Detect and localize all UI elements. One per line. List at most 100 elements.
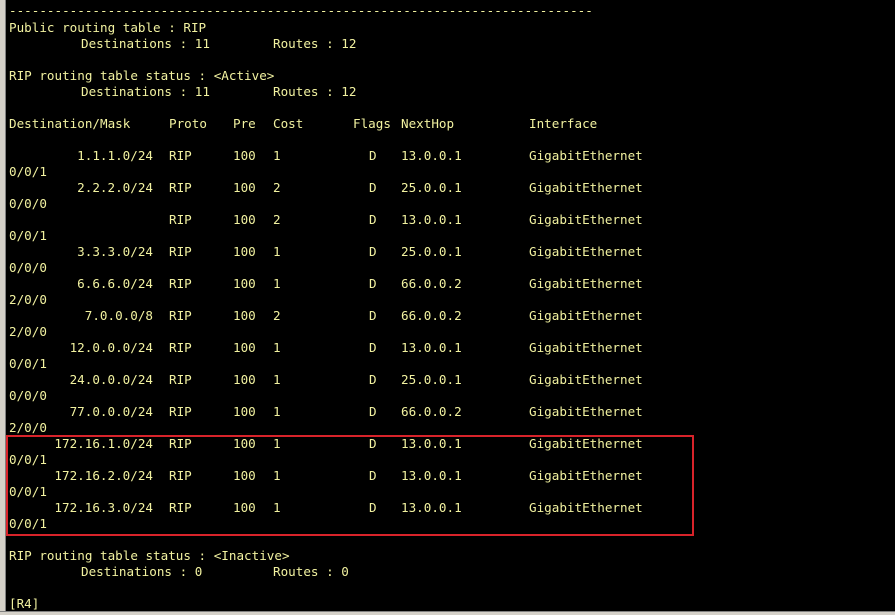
command-prompt[interactable]: [R4] bbox=[9, 596, 39, 612]
cell-iface: GigabitEthernet bbox=[529, 276, 643, 291]
separator-line: ----------------------------------------… bbox=[9, 3, 593, 18]
header-destination: Destination/Mask bbox=[9, 116, 131, 131]
cell-iface: GigabitEthernet bbox=[529, 244, 643, 259]
table-row: 77.0.0.0/24 RIP 100 1 D 66.0.0.2 GigabitEthern… bbox=[0, 404, 895, 420]
inactive-routes: Routes : 0 bbox=[273, 564, 349, 579]
table-row: 3.3.3.0/24 RIP 100 1 D 25.0.0.1 GigabitEtherne… bbox=[0, 244, 895, 260]
inactive-destinations: Destinations : 0 bbox=[81, 564, 203, 579]
cell-cost: 1 bbox=[273, 372, 281, 387]
table-row: 7.0.0.0/8 RIP 100 2 D 66.0.0.2 GigabitEthernet bbox=[0, 308, 895, 324]
cell-proto: RIP bbox=[169, 148, 192, 163]
cell-iface: GigabitEthernet bbox=[529, 372, 643, 387]
cell-interface-continuation: 2/0/0 bbox=[9, 292, 47, 307]
cell-proto: RIP bbox=[169, 340, 192, 355]
cell-destination: 3.3.3.0/24 bbox=[77, 244, 153, 259]
window-bottom-border bbox=[0, 611, 895, 615]
cell-pre: 100 bbox=[233, 180, 256, 195]
cell-cost: 2 bbox=[273, 180, 281, 195]
table-row: 12.0.0.0/24 RIP 100 1 D 13.0.0.1 GigabitEthern… bbox=[0, 340, 895, 356]
cell-nexthop: 66.0.0.2 bbox=[401, 276, 462, 291]
header-proto: Proto bbox=[169, 116, 207, 131]
cell-flags: D bbox=[369, 276, 377, 291]
cell-destination: 7.0.0.0/8 bbox=[84, 308, 153, 323]
inactive-status-counts: Destinations : 0 Routes : 0 bbox=[0, 564, 895, 580]
table-row: 1.1.1.0/24 RIP 100 1 D 13.0.0.1 GigabitEtherne… bbox=[0, 148, 895, 164]
cell-pre: 100 bbox=[233, 244, 256, 259]
cell-flags: D bbox=[369, 372, 377, 387]
cell-destination: 2.2.2.0/24 bbox=[77, 180, 153, 195]
public-destinations: Destinations : 11 bbox=[81, 36, 210, 51]
cell-cost: 2 bbox=[273, 308, 281, 323]
cell-interface-continuation: 0/0/1 bbox=[9, 356, 47, 371]
cell-proto: RIP bbox=[169, 372, 192, 387]
cell-destination: 1.1.1.0/24 bbox=[77, 148, 153, 163]
cell-interface-continuation: 0/0/0 bbox=[9, 388, 47, 403]
cell-cost: 1 bbox=[273, 276, 281, 291]
cell-iface: GigabitEthernet bbox=[529, 308, 643, 323]
cell-cost: 2 bbox=[273, 212, 281, 227]
active-status-title: RIP routing table status : <Active> bbox=[9, 68, 275, 83]
public-routes: Routes : 12 bbox=[273, 36, 357, 51]
cell-interface-continuation: 0/0/0 bbox=[9, 260, 47, 275]
cell-interface-continuation: 0/0/0 bbox=[9, 196, 47, 211]
cell-iface: GigabitEthernet bbox=[529, 180, 643, 195]
cell-flags: D bbox=[369, 308, 377, 323]
cell-destination: 12.0.0.0/24 bbox=[69, 340, 153, 355]
cell-cost: 1 bbox=[273, 404, 281, 419]
cell-nexthop: 13.0.0.1 bbox=[401, 212, 462, 227]
table-row: 2.2.2.0/24 RIP 100 2 D 25.0.0.1 GigabitEtherne… bbox=[0, 180, 895, 196]
cell-destination: 24.0.0.0/24 bbox=[69, 372, 153, 387]
table-header: Destination/Mask Proto Pre Cost Flags Ne… bbox=[0, 116, 895, 132]
cell-pre: 100 bbox=[233, 308, 256, 323]
cell-interface-continuation: 0/0/1 bbox=[9, 164, 47, 179]
table-row: RIP 100 2 D 13.0.0.1 GigabitEthernet bbox=[0, 212, 895, 228]
cell-pre: 100 bbox=[233, 372, 256, 387]
cell-cost: 1 bbox=[273, 340, 281, 355]
cell-flags: D bbox=[369, 244, 377, 259]
header-cost: Cost bbox=[273, 116, 304, 131]
cell-flags: D bbox=[369, 180, 377, 195]
cell-nexthop: 13.0.0.1 bbox=[401, 340, 462, 355]
cell-pre: 100 bbox=[233, 404, 256, 419]
header-pre: Pre bbox=[233, 116, 256, 131]
cell-flags: D bbox=[369, 340, 377, 355]
cell-iface: GigabitEthernet bbox=[529, 404, 643, 419]
cell-iface: GigabitEthernet bbox=[529, 340, 643, 355]
cell-proto: RIP bbox=[169, 404, 192, 419]
cell-nexthop: 25.0.0.1 bbox=[401, 180, 462, 195]
table-row: 24.0.0.0/24 RIP 100 1 D 25.0.0.1 GigabitEthern… bbox=[0, 372, 895, 388]
cell-iface: GigabitEthernet bbox=[529, 148, 643, 163]
cell-nexthop: 66.0.0.2 bbox=[401, 308, 462, 323]
highlight-box bbox=[6, 435, 694, 536]
cell-interface-continuation: 0/0/1 bbox=[9, 228, 47, 243]
active-status-counts: Destinations : 11 Routes : 12 bbox=[0, 84, 895, 100]
cell-proto: RIP bbox=[169, 212, 192, 227]
cell-nexthop: 66.0.0.2 bbox=[401, 404, 462, 419]
cell-cost: 1 bbox=[273, 148, 281, 163]
active-routes: Routes : 12 bbox=[273, 84, 357, 99]
cell-interface-continuation: 2/0/0 bbox=[9, 324, 47, 339]
table-row: 6.6.6.0/24 RIP 100 1 D 66.0.0.2 GigabitEtherne… bbox=[0, 276, 895, 292]
public-table-title: Public routing table : RIP bbox=[9, 20, 207, 35]
cell-interface-continuation: 2/0/0 bbox=[9, 420, 47, 435]
cell-proto: RIP bbox=[169, 244, 192, 259]
inactive-status-title: RIP routing table status : <Inactive> bbox=[9, 548, 290, 563]
terminal-window[interactable]: ----------------------------------------… bbox=[0, 0, 895, 615]
cell-pre: 100 bbox=[233, 148, 256, 163]
active-destinations: Destinations : 11 bbox=[81, 84, 210, 99]
cell-nexthop: 13.0.0.1 bbox=[401, 148, 462, 163]
header-interface: Interface bbox=[529, 116, 598, 131]
cell-cost: 1 bbox=[273, 244, 281, 259]
cell-proto: RIP bbox=[169, 276, 192, 291]
cell-destination: 6.6.6.0/24 bbox=[77, 276, 153, 291]
cell-pre: 100 bbox=[233, 212, 256, 227]
cell-flags: D bbox=[369, 148, 377, 163]
cell-pre: 100 bbox=[233, 276, 256, 291]
cell-nexthop: 25.0.0.1 bbox=[401, 372, 462, 387]
cell-pre: 100 bbox=[233, 340, 256, 355]
header-flags: Flags bbox=[353, 116, 391, 131]
header-nexthop: NextHop bbox=[401, 116, 455, 131]
cell-destination: 77.0.0.0/24 bbox=[69, 404, 153, 419]
cell-proto: RIP bbox=[169, 180, 192, 195]
cell-flags: D bbox=[369, 212, 377, 227]
